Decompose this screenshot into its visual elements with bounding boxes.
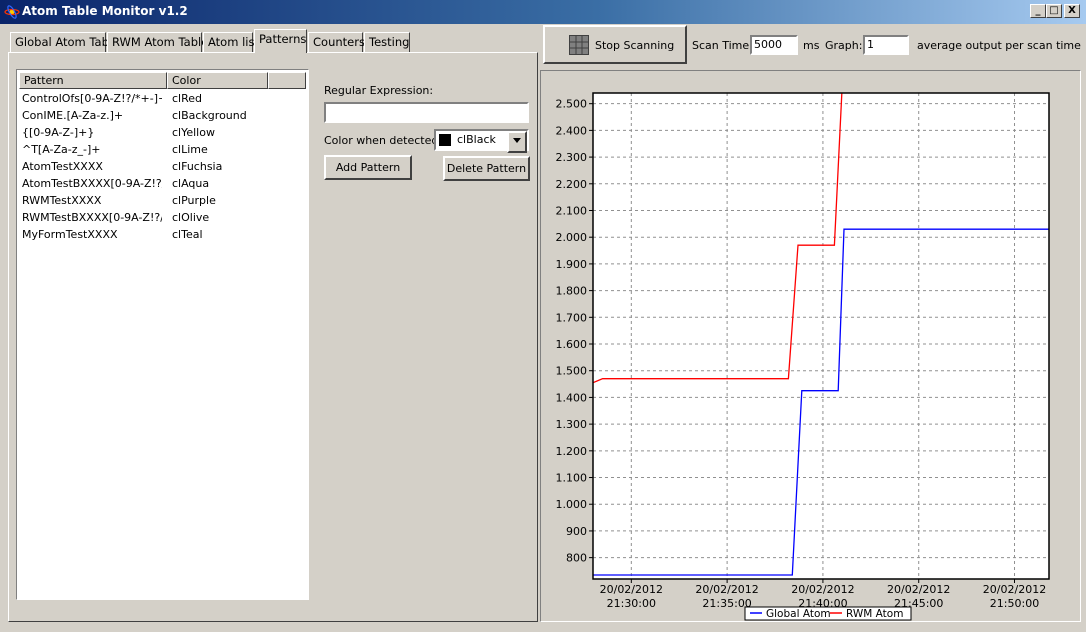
tab-rwm-atom-table[interactable]: RWM Atom Table bbox=[107, 32, 208, 52]
graph-input[interactable]: 1 bbox=[863, 35, 909, 55]
color-text: clFuchsia bbox=[172, 160, 223, 173]
tab-atom-list[interactable]: Atom list bbox=[203, 32, 259, 52]
y-tick-label: 1.000 bbox=[556, 498, 588, 511]
legend-label: Global Atom bbox=[766, 608, 831, 620]
close-button[interactable]: X bbox=[1064, 4, 1080, 18]
x-tick-time-label: 21:50:00 bbox=[990, 597, 1039, 610]
y-tick-label: 1.300 bbox=[556, 418, 588, 431]
legend-label: RWM Atom bbox=[846, 608, 903, 620]
delete-pattern-button[interactable]: Delete Pattern bbox=[443, 156, 530, 181]
plot-area bbox=[593, 93, 1049, 579]
maximize-button[interactable]: □ bbox=[1046, 4, 1062, 18]
pattern-text: {[0-9A-Z-]+} bbox=[22, 126, 95, 139]
y-tick-label: 1.900 bbox=[556, 258, 588, 271]
stop-scanning-label: Stop Scanning bbox=[595, 39, 675, 52]
title-bar[interactable]: Atom Table Monitor v1.2 _ □ X bbox=[0, 0, 1086, 24]
color-text: clBackground bbox=[172, 109, 247, 122]
minimize-button[interactable]: _ bbox=[1030, 4, 1046, 18]
y-tick-label: 2.100 bbox=[556, 204, 588, 217]
list-item[interactable]: AtomTestBXXXX[0-9A-Z!?/... clAqua bbox=[17, 175, 307, 192]
y-tick-label: 1.400 bbox=[556, 391, 588, 404]
list-item[interactable]: MyFormTestXXXX clTeal bbox=[17, 226, 307, 243]
x-tick-date-label: 20/02/2012 bbox=[695, 583, 758, 596]
column-header-color[interactable]: Color bbox=[167, 72, 268, 89]
y-tick-label: 900 bbox=[566, 525, 587, 538]
color-text: clLime bbox=[172, 143, 208, 156]
list-item[interactable]: RWMTestBXXXX[0-9A-Z!?/... clOlive bbox=[17, 209, 307, 226]
list-item[interactable]: ControlOfs[0-9A-Z!?/*+-]+ clRed bbox=[17, 90, 307, 107]
y-tick-label: 1.200 bbox=[556, 445, 588, 458]
color-select-value: clBlack bbox=[457, 133, 496, 146]
pattern-text: RWMTestBXXXX[0-9A-Z!?/... bbox=[22, 211, 162, 224]
y-tick-label: 2.000 bbox=[556, 231, 588, 244]
x-tick-time-label: 21:30:00 bbox=[607, 597, 656, 610]
y-tick-label: 2.500 bbox=[556, 98, 588, 111]
x-tick-date-label: 20/02/2012 bbox=[600, 583, 663, 596]
color-text: clPurple bbox=[172, 194, 216, 207]
chart-panel: 800 900 1.000 1.100 1.200 1.300 1.400 1.500 1.60… bbox=[540, 70, 1081, 622]
app-icon bbox=[4, 5, 20, 19]
graph-suffix-label: average output per scan time bbox=[917, 39, 1081, 52]
x-tick-date-label: 20/02/2012 bbox=[887, 583, 950, 596]
stop-scanning-button[interactable]: Stop Scanning bbox=[543, 25, 687, 64]
pattern-text: ConIME.[A-Za-z.]+ bbox=[22, 109, 124, 122]
scan-time-input[interactable]: 5000 bbox=[750, 35, 798, 55]
y-tick-label: 1.700 bbox=[556, 311, 588, 324]
y-tick-label: 1.100 bbox=[556, 472, 588, 485]
y-tick-label: 800 bbox=[566, 552, 587, 565]
color-select[interactable]: clBlack bbox=[434, 129, 529, 153]
column-header-empty[interactable] bbox=[268, 72, 306, 89]
x-tick-date-label: 20/02/2012 bbox=[791, 583, 854, 596]
chevron-down-icon[interactable] bbox=[507, 131, 527, 153]
y-tick-label: 1.800 bbox=[556, 285, 588, 298]
pattern-text: ControlOfs[0-9A-Z!?/*+-]+ bbox=[22, 92, 162, 105]
graph-label: Graph: bbox=[825, 39, 863, 52]
tab-global-atom-table[interactable]: Global Atom Table bbox=[10, 32, 119, 52]
color-text: clRed bbox=[172, 92, 203, 105]
list-item[interactable]: AtomTestXXXX clFuchsia bbox=[17, 158, 307, 175]
pattern-text: MyFormTestXXXX bbox=[22, 228, 118, 241]
tab-counters[interactable]: Counters bbox=[308, 32, 365, 52]
list-item[interactable]: ConIME.[A-Za-z.]+ clBackground bbox=[17, 107, 307, 124]
patterns-list[interactable]: Pattern Color ControlOfs[0-9A-Z!?/*+-]+ … bbox=[16, 69, 309, 600]
list-item[interactable]: ^T[A-Za-z_-]+ clLime bbox=[17, 141, 307, 158]
y-tick-label: 2.300 bbox=[556, 151, 588, 164]
color-text: clYellow bbox=[172, 126, 215, 139]
list-item[interactable]: {[0-9A-Z-]+} clYellow bbox=[17, 124, 307, 141]
y-tick-label: 2.200 bbox=[556, 178, 588, 191]
pattern-text: AtomTestBXXXX[0-9A-Z!?/... bbox=[22, 177, 162, 190]
color-text: clTeal bbox=[172, 228, 203, 241]
color-label: Color when detected:: bbox=[324, 134, 446, 147]
scan-time-label: Scan Time: bbox=[692, 39, 753, 52]
y-tick-label: 1.500 bbox=[556, 365, 588, 378]
atom-chart: 800 900 1.000 1.100 1.200 1.300 1.400 1.500 1.60… bbox=[556, 92, 1050, 621]
color-swatch bbox=[439, 134, 451, 146]
grid-icon bbox=[569, 35, 589, 55]
column-header-pattern[interactable]: Pattern bbox=[19, 72, 167, 89]
add-pattern-button[interactable]: Add Pattern bbox=[324, 155, 412, 180]
pattern-text: ^T[A-Za-z_-]+ bbox=[22, 143, 101, 156]
x-tick-date-label: 20/02/2012 bbox=[983, 583, 1046, 596]
pattern-text: AtomTestXXXX bbox=[22, 160, 103, 173]
regex-label: Regular Expression: bbox=[324, 84, 434, 97]
scan-time-unit: ms bbox=[803, 39, 820, 52]
y-tick-label: 2.400 bbox=[556, 124, 588, 137]
tab-testing[interactable]: Testing bbox=[364, 32, 410, 52]
regex-input[interactable] bbox=[324, 102, 529, 123]
tab-patterns[interactable]: Patterns bbox=[254, 29, 307, 53]
window-title: Atom Table Monitor v1.2 bbox=[22, 4, 188, 18]
list-item[interactable]: RWMTestXXXX clPurple bbox=[17, 192, 307, 209]
x-tick-time-label: 21:35:00 bbox=[702, 597, 751, 610]
y-tick-label: 1.600 bbox=[556, 338, 588, 351]
color-text: clOlive bbox=[172, 211, 210, 224]
pattern-text: RWMTestXXXX bbox=[22, 194, 102, 207]
color-text: clAqua bbox=[172, 177, 210, 190]
